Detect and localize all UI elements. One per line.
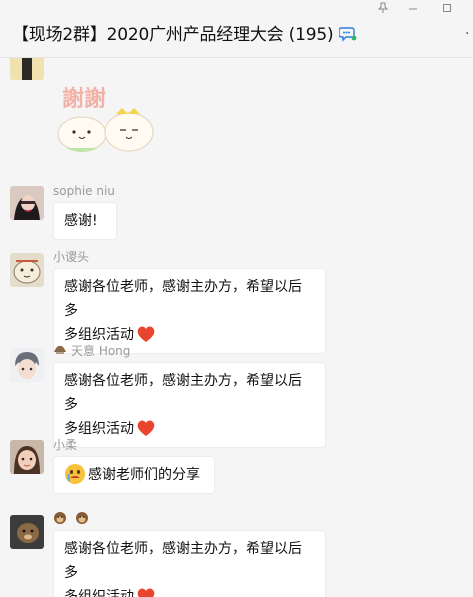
sender-name xyxy=(53,511,89,526)
sender-name: 小柔 xyxy=(53,438,78,452)
maximize-icon[interactable] xyxy=(437,2,457,16)
sender-emoji-icon xyxy=(53,344,67,356)
chat-title-text: 【现场2群】2020广州产品经理大会 (195) xyxy=(12,25,334,45)
sender-name: 小谡头 xyxy=(53,250,90,264)
message-text: 感谢各位老师，感谢主办方，希望以后多 xyxy=(64,279,302,319)
sender-name-text: 天意 Hong xyxy=(71,344,131,358)
avatar[interactable] xyxy=(10,515,44,549)
svg-text:謝謝: 謝謝 xyxy=(62,86,106,112)
avatar[interactable] xyxy=(10,348,44,382)
message-bubble[interactable]: 感谢各位老师，感谢主办方，希望以后多 多组织活动 xyxy=(53,530,326,597)
message-text: 多组织活动 xyxy=(64,327,134,343)
avatar[interactable] xyxy=(10,58,44,80)
monkey-emoji-icon xyxy=(53,511,67,525)
message-text: 感谢各位老师，感谢主办方，希望以后多 xyxy=(64,373,302,413)
crying-face-emoji-icon xyxy=(65,464,85,484)
more-icon[interactable]: · xyxy=(465,27,473,41)
group-chat-icon[interactable] xyxy=(339,26,357,42)
message-text-line2: 多组织活动 xyxy=(64,417,315,441)
message-bubble[interactable]: 感谢各位老师，感谢主办方，希望以后多 多组织活动 xyxy=(53,362,326,448)
heart-emoji-icon xyxy=(137,420,155,436)
minimize-icon[interactable] xyxy=(403,2,423,16)
message-text: 感谢! xyxy=(64,213,98,229)
heart-emoji-icon xyxy=(137,588,155,597)
message-text: 多组织活动 xyxy=(64,421,134,437)
message-text: 多组织活动 xyxy=(64,589,134,597)
sender-name: sophie niu xyxy=(53,184,115,198)
avatar[interactable] xyxy=(10,440,44,474)
title-bar: 【现场2群】2020广州产品经理大会 (195) · xyxy=(0,0,473,58)
chat-title: 【现场2群】2020广州产品经理大会 (195) xyxy=(12,20,357,45)
avatar[interactable] xyxy=(10,253,44,287)
message-text: 感谢各位老师，感谢主办方，希望以后多 xyxy=(64,541,302,581)
heart-emoji-icon xyxy=(137,326,155,342)
monkey-emoji-icon xyxy=(75,511,89,525)
thanks-sticker: 謝謝 xyxy=(57,86,154,152)
message-bubble[interactable]: 感谢老师们的分享 xyxy=(53,456,215,494)
message-bubble[interactable]: 感谢! xyxy=(53,202,117,240)
sender-name: 天意 Hong xyxy=(53,342,130,359)
message-text-line2: 多组织活动 xyxy=(64,585,315,597)
avatar[interactable] xyxy=(10,186,44,220)
message-text: 感谢老师们的分享 xyxy=(88,467,200,483)
pin-icon[interactable] xyxy=(373,2,393,16)
chat-area[interactable]: 謝謝 sophie niu 感谢! 小谡头 感谢各位老师，感谢主办方，希望以后多… xyxy=(0,58,473,597)
